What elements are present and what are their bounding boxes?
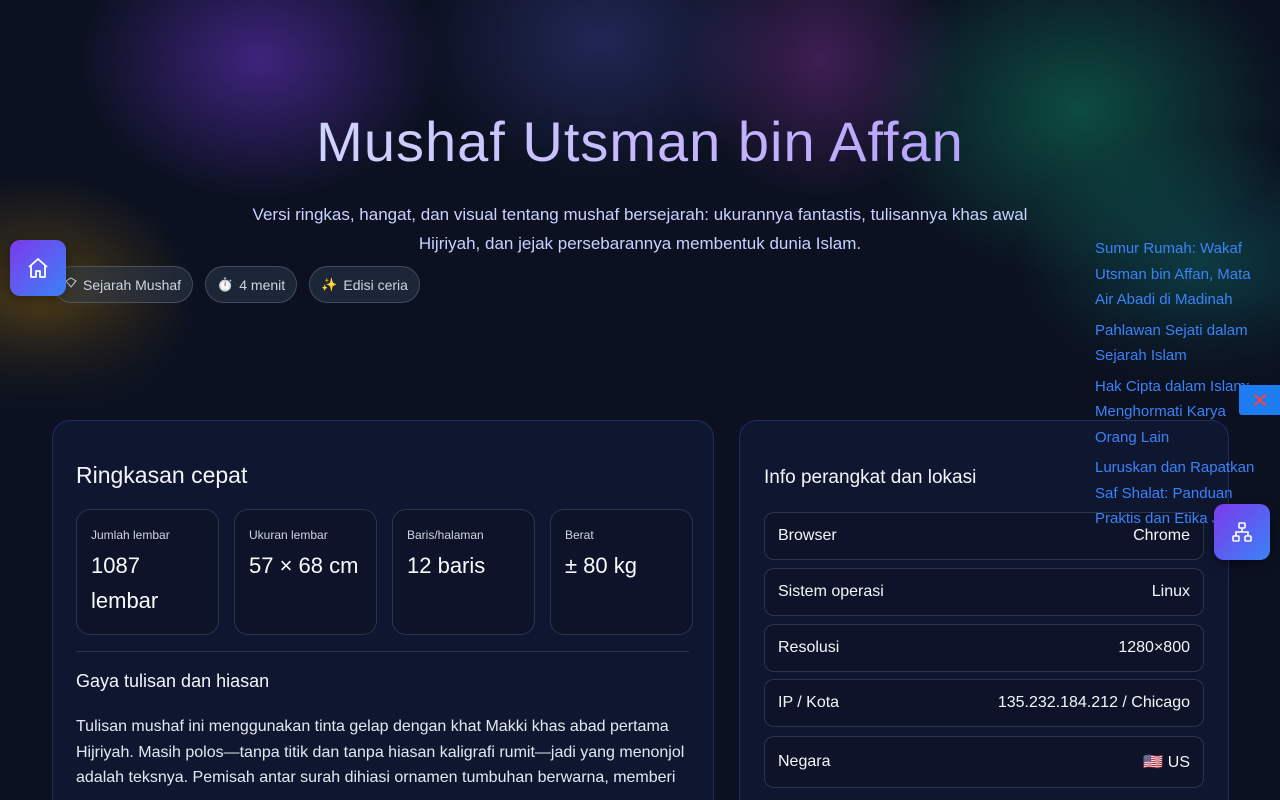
stat-label: Berat	[565, 528, 594, 542]
chip-edition[interactable]: ✨ Edisi ceria	[309, 266, 420, 303]
info-label: Browser	[778, 527, 837, 544]
stats-grid: Jumlah lembar 1087 lembar Ukuran lembar …	[76, 509, 693, 635]
stat-label: Baris/halaman	[407, 528, 484, 542]
home-button[interactable]	[10, 240, 66, 296]
stat-value: 12 baris	[407, 553, 486, 578]
info-label: IP / Kota	[778, 694, 840, 711]
chip-label: 4 menit	[239, 276, 286, 293]
page-title: Mushaf Utsman bin Affan	[0, 108, 1280, 176]
chip-category[interactable]: Sejarah Mushaf	[53, 266, 194, 303]
stat-value: 57 × 68 cm	[249, 553, 359, 578]
chip-read-time[interactable]: ⏱️ 4 menit	[205, 266, 298, 303]
section-text: Tulisan mushaf ini menggunakan tinta gel…	[76, 718, 685, 786]
hero: Mushaf Utsman bin Affan Versi ringkas, h…	[0, 108, 1280, 258]
sitemap-icon	[1232, 522, 1252, 542]
stat-card: Berat ± 80 kg	[550, 509, 693, 635]
chip-label: Sejarah Mushaf	[83, 276, 182, 293]
timer-icon: ⏱️	[217, 276, 234, 292]
meta-chips: Sejarah Mushaf ⏱️ 4 menit ✨ Edisi ceria	[53, 266, 420, 303]
close-related-button[interactable]	[1239, 385, 1280, 415]
divider	[76, 651, 689, 652]
close-icon	[1253, 393, 1266, 407]
info-label: Resolusi	[778, 639, 840, 656]
info-row-ip: IP / Kota 135.232.184.212 / Chicago	[764, 679, 1204, 727]
stat-value: 1087 lembar	[91, 553, 159, 613]
tag-icon	[65, 277, 77, 292]
info-value: 🇺🇸 US	[1143, 754, 1190, 771]
info-row-os: Sistem operasi Linux	[764, 568, 1204, 616]
sparkles-icon: ✨	[321, 276, 338, 292]
info-value: 1280×800	[1118, 639, 1190, 656]
device-info-title: Info perangkat dan lokasi	[764, 467, 977, 488]
related-link[interactable]: Pahlawan Sejati dalam Sejarah Islam	[1095, 318, 1270, 369]
summary-title: Ringkasan cepat	[76, 462, 248, 488]
info-row-resolution: Resolusi 1280×800	[764, 624, 1204, 672]
info-label: Sistem operasi	[778, 583, 884, 600]
info-value: Linux	[1151, 583, 1190, 600]
info-row-country: Negara 🇺🇸 US	[764, 736, 1204, 788]
related-link[interactable]: Sumur Rumah: Wakaf Utsman bin Affan, Mat…	[1095, 236, 1270, 313]
home-icon	[28, 258, 48, 278]
stat-label: Jumlah lembar	[91, 528, 170, 542]
section-title: Gaya tulisan dan hiasan	[76, 671, 270, 691]
stat-card: Jumlah lembar 1087 lembar	[76, 509, 219, 635]
stat-card: Baris/halaman 12 baris	[392, 509, 535, 635]
page-subtitle: Versi ringkas, hangat, dan visual tentan…	[252, 205, 1028, 253]
info-value: 135.232.184.212 / Chicago	[997, 694, 1190, 711]
stat-card: Ukuran lembar 57 × 68 cm	[234, 509, 377, 635]
info-label: Negara	[778, 753, 831, 770]
stat-value: ± 80 kg	[565, 553, 638, 578]
chip-label: Edisi ceria	[343, 276, 408, 293]
stat-label: Ukuran lembar	[249, 528, 328, 542]
sitemap-button[interactable]	[1214, 504, 1270, 560]
